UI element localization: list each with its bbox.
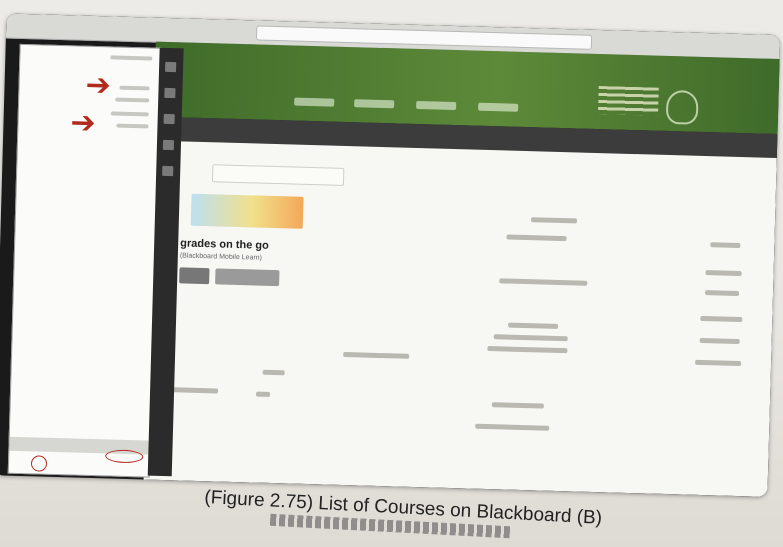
promo-button[interactable] xyxy=(179,267,210,285)
sidebar-course-item[interactable] xyxy=(699,337,740,345)
circled-annotation xyxy=(30,455,48,472)
sidebar-course-item[interactable] xyxy=(695,359,742,367)
circled-menu-highlight xyxy=(105,449,144,464)
panel-header-text xyxy=(110,55,153,61)
sidebar-course-item[interactable] xyxy=(704,290,740,297)
course-list-item[interactable] xyxy=(499,278,588,286)
mobile-app-panel: ➔ ➔ xyxy=(7,43,162,478)
courses-link-button[interactable] xyxy=(211,164,345,186)
course-list-item[interactable] xyxy=(475,423,550,431)
header-nav-link[interactable] xyxy=(294,97,335,107)
course-list-item[interactable] xyxy=(343,351,410,359)
screenshot-photo: grades on the go (Blackboard Mobile Lear… xyxy=(0,13,781,497)
panel-course-item[interactable] xyxy=(110,111,149,117)
strip-icon[interactable] xyxy=(162,165,174,177)
university-name xyxy=(597,86,659,116)
main-content: grades on the go (Blackboard Mobile Lear… xyxy=(143,140,777,497)
sidebar-course-item[interactable] xyxy=(700,315,743,323)
strip-icon[interactable] xyxy=(164,87,176,99)
course-list-item[interactable] xyxy=(168,387,219,394)
panel-course-item[interactable] xyxy=(119,85,150,91)
mobile-promo-image xyxy=(190,193,304,229)
strip-icon[interactable] xyxy=(162,139,175,151)
panel-course-item[interactable] xyxy=(115,97,150,103)
panel-course-item[interactable] xyxy=(116,123,149,129)
promo-button[interactable] xyxy=(215,268,280,287)
course-list-item[interactable] xyxy=(262,369,285,376)
strip-icon[interactable] xyxy=(163,113,175,125)
course-list-item[interactable] xyxy=(530,217,578,224)
course-list-item[interactable] xyxy=(255,391,271,397)
course-list-item[interactable] xyxy=(506,234,567,242)
course-list-item[interactable] xyxy=(493,334,568,342)
header-nav-link[interactable] xyxy=(354,99,395,109)
promo-title: grades on the go xyxy=(180,237,269,252)
header-nav-link[interactable] xyxy=(416,100,457,111)
course-list-item[interactable] xyxy=(491,402,544,409)
red-arrow-icon: ➔ xyxy=(70,106,97,140)
sidebar-course-item[interactable] xyxy=(705,270,742,277)
course-list-item[interactable] xyxy=(507,322,559,329)
header-nav-link[interactable] xyxy=(478,102,519,112)
course-list-item[interactable] xyxy=(487,346,568,354)
red-arrow-icon: ➔ xyxy=(85,68,112,103)
book-page: grades on the go (Blackboard Mobile Lear… xyxy=(0,0,783,547)
sidebar-course-item[interactable] xyxy=(710,242,741,249)
promo-subtitle: (Blackboard Mobile Learn) xyxy=(179,252,263,262)
strip-icon[interactable] xyxy=(164,61,177,73)
university-logo xyxy=(665,89,699,125)
